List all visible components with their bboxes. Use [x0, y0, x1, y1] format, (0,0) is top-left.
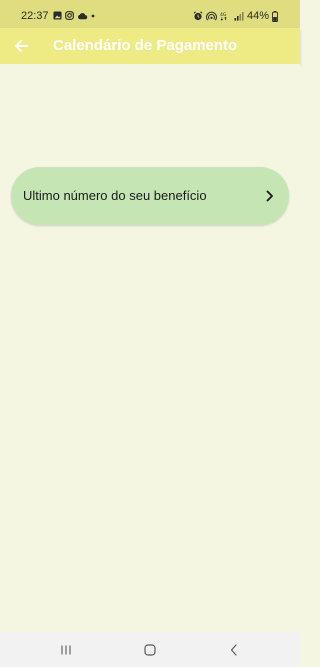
status-right-icons: 4G 44% — [193, 10, 278, 22]
cloud-icon — [77, 12, 88, 19]
page-title: Calendário de Pagamento — [53, 37, 238, 54]
dot-icon — [91, 14, 95, 17]
chevron-right-icon — [263, 189, 275, 203]
back-button[interactable] — [10, 35, 32, 57]
recents-button[interactable] — [55, 640, 77, 660]
benefit-number-label: Ultimo número do seu benefício — [23, 188, 207, 203]
status-left-icons — [53, 11, 95, 20]
arrow-left-icon — [15, 40, 28, 52]
alarm-icon — [193, 11, 203, 21]
status-time: 22:37 — [21, 10, 49, 22]
svg-text:4G: 4G — [220, 12, 227, 18]
recents-icon — [61, 645, 71, 655]
instagram-icon — [65, 11, 74, 20]
4g-signal-icon: 4G — [220, 12, 227, 21]
back-icon — [230, 644, 237, 656]
hotspot-icon — [206, 11, 217, 21]
signal-bars-icon — [234, 12, 244, 21]
benefit-number-button[interactable]: Ultimo número do seu benefício — [11, 167, 289, 225]
home-button[interactable] — [139, 640, 161, 660]
battery-icon — [272, 10, 278, 22]
status-bar: 22:37 4G 44% — [0, 0, 300, 28]
back-nav-button[interactable] — [223, 640, 245, 660]
image-icon — [53, 11, 62, 20]
home-icon — [144, 644, 156, 656]
battery-percentage: 44% — [246, 10, 269, 22]
main-content: Ultimo número do seu benefício — [0, 64, 300, 632]
system-nav-bar — [0, 632, 300, 667]
app-bar: Calendário de Pagamento — [0, 28, 300, 64]
